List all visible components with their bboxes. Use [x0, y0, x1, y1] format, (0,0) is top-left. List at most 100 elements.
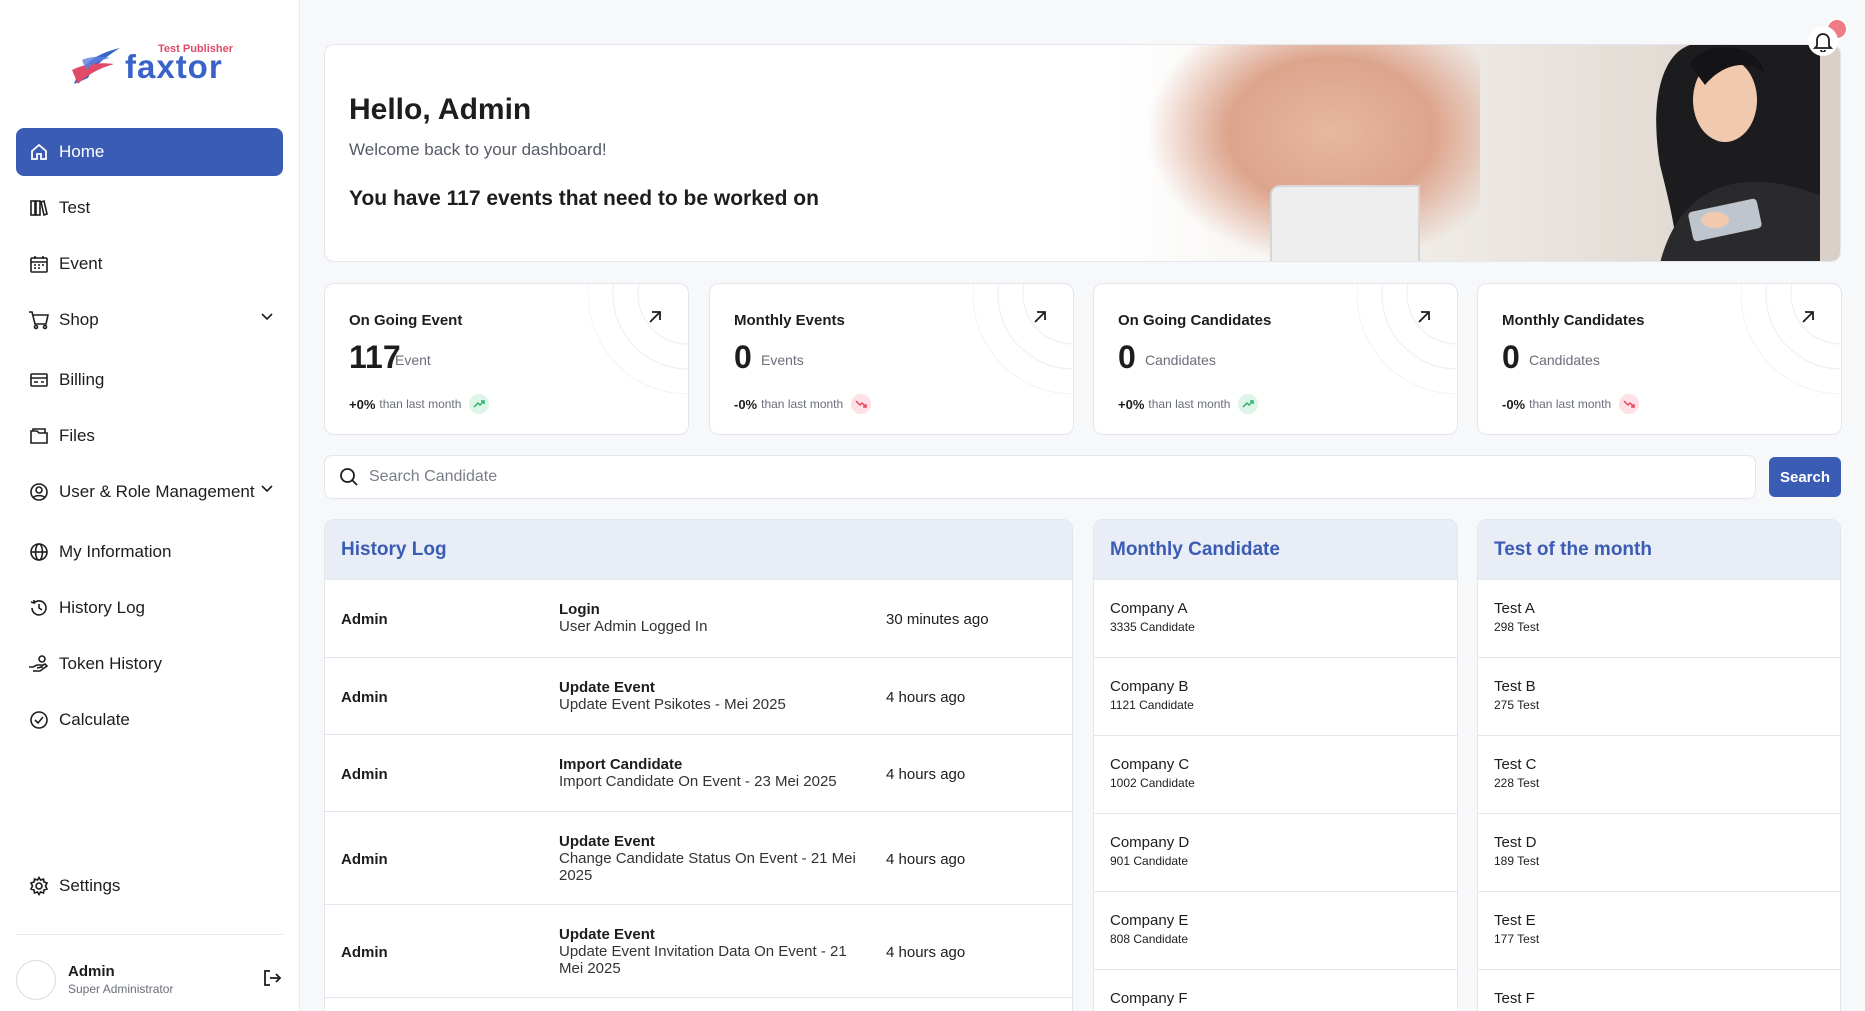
sidebar-item-label: Event — [59, 254, 103, 273]
list-item[interactable]: Company B 1121 Candidate — [1094, 658, 1457, 736]
calendar-icon — [28, 253, 50, 275]
banner-photo — [1120, 45, 1840, 261]
company-name: Company B — [1110, 678, 1189, 695]
sidebar-item-event[interactable]: Event — [16, 240, 283, 288]
company-name: Company D — [1110, 834, 1190, 851]
folder-icon — [28, 425, 50, 447]
log-action: Update Event — [559, 679, 655, 696]
history-log-panel: History Log Admin Login User Admin Logge… — [324, 519, 1073, 1011]
sidebar-item-label: My Information — [59, 542, 172, 561]
stat-card-monthly-events[interactable]: Monthly Events 0 Events -0% than last mo… — [709, 283, 1074, 435]
home-icon — [28, 141, 50, 163]
log-user: Admin — [341, 611, 388, 628]
list-item[interactable]: Company C 1002 Candidate — [1094, 736, 1457, 814]
panel-title: Monthly Candidate — [1094, 520, 1457, 580]
sidebar-item-home[interactable]: Home — [16, 128, 283, 176]
sidebar-item-files[interactable]: Files — [16, 412, 283, 460]
sidebar-item-label: Calculate — [59, 710, 130, 729]
stat-label: On Going Event — [349, 312, 463, 329]
list-item[interactable]: Test A 298 Test — [1478, 580, 1840, 658]
table-row[interactable]: Admin Update Event Update Event Invitati… — [325, 905, 1072, 998]
candidate-count: 901 Candidate — [1110, 854, 1189, 868]
stat-label: On Going Candidates — [1118, 312, 1272, 329]
user-name: Admin — [68, 963, 115, 980]
search-icon — [340, 468, 358, 486]
stat-unit: Events — [761, 352, 804, 368]
sidebar-item-label: Billing — [59, 370, 105, 389]
history-icon — [28, 597, 50, 619]
table-row[interactable]: Admin Update Event Change Candidate Stat… — [325, 812, 1072, 905]
search-input[interactable] — [369, 468, 1669, 486]
sidebar-item-my-information[interactable]: My Information — [16, 528, 283, 576]
list-item[interactable]: Test F — [1478, 970, 1840, 1011]
company-name: Company F — [1110, 990, 1188, 1007]
sidebar-item-billing[interactable]: Billing — [16, 356, 283, 404]
avatar[interactable] — [16, 960, 56, 1000]
brand-logo[interactable]: Test Publisher faxtor — [70, 40, 240, 90]
arrow-up-right-icon[interactable] — [1417, 310, 1431, 324]
logout-button[interactable] — [262, 968, 282, 993]
user-circle-icon — [28, 481, 50, 503]
panel-title: History Log — [325, 520, 1072, 580]
chevron-down-icon[interactable] — [261, 313, 273, 321]
stat-card-ongoing-event[interactable]: On Going Event 117 Event +0% than last m… — [324, 283, 689, 435]
stat-card-ongoing-candidates[interactable]: On Going Candidates 0 Candidates +0% tha… — [1093, 283, 1458, 435]
sidebar-item-label: Shop — [59, 310, 99, 329]
list-item[interactable]: Test E 177 Test — [1478, 892, 1840, 970]
stat-change: -0% than last month — [1502, 394, 1640, 414]
logout-icon — [264, 970, 282, 986]
company-name: Company E — [1110, 912, 1189, 929]
sidebar-item-history-log[interactable]: History Log — [16, 584, 283, 632]
list-item[interactable]: Test B 275 Test — [1478, 658, 1840, 736]
stat-change: +0% than last month — [1118, 394, 1259, 414]
stat-value: 117 — [349, 339, 401, 375]
sidebar-item-label: User & Role Management — [59, 482, 255, 501]
notification-button[interactable] — [1808, 26, 1838, 56]
list-item[interactable]: Test D 189 Test — [1478, 814, 1840, 892]
test-count: 177 Test — [1494, 932, 1540, 946]
stat-change-percent: +0% — [1118, 396, 1145, 412]
stat-value: 0 — [1118, 339, 1136, 375]
table-row[interactable]: Admin Update Event Update Event Psikotes… — [325, 658, 1072, 735]
sidebar-item-user-role-management[interactable]: User & Role Management — [16, 468, 283, 516]
stat-card-monthly-candidates[interactable]: Monthly Candidates 0 Candidates -0% than… — [1477, 283, 1842, 435]
sidebar-item-label: Home — [59, 142, 105, 161]
stat-unit: Candidates — [1529, 352, 1600, 368]
list-item[interactable]: Company E 808 Candidate — [1094, 892, 1457, 970]
gear-icon — [28, 875, 50, 897]
sidebar-item-settings[interactable]: Settings — [16, 862, 283, 910]
list-item[interactable]: Company A 3335 Candidate — [1094, 580, 1457, 658]
candidate-count: 3335 Candidate — [1110, 620, 1195, 634]
table-row[interactable]: Admin Import Candidate Import Candidate … — [325, 735, 1072, 812]
books-icon — [28, 197, 50, 219]
stat-value: 0 — [734, 339, 752, 375]
search-button[interactable]: Search — [1769, 457, 1841, 497]
stat-change-percent: +0% — [349, 396, 376, 412]
decorative-circles — [588, 284, 688, 394]
person-illustration — [1656, 45, 1820, 261]
arrow-up-right-icon[interactable] — [648, 310, 662, 324]
stat-change: +0% than last month — [349, 394, 490, 414]
brand-swoosh-icon — [72, 48, 120, 84]
log-detail: Import Candidate On Event - 23 Mei 2025 — [559, 773, 837, 790]
table-row[interactable]: Admin Login User Admin Logged In 30 minu… — [325, 580, 1072, 658]
list-item[interactable]: Company D 901 Candidate — [1094, 814, 1457, 892]
list-item[interactable]: Company F — [1094, 970, 1457, 1011]
stat-change-text: than last month — [761, 397, 844, 411]
search-bar — [324, 455, 1756, 499]
brand-name: faxtor — [125, 48, 223, 85]
arrow-up-right-icon[interactable] — [1801, 310, 1815, 324]
sidebar-item-test[interactable]: Test — [16, 184, 283, 232]
sidebar: Test Publisher faxtor Home Test Event Sh… — [0, 0, 300, 1011]
list-item[interactable]: Test C 228 Test — [1478, 736, 1840, 814]
test-count: 228 Test — [1494, 776, 1540, 790]
arrow-up-right-icon[interactable] — [1033, 310, 1047, 324]
monthly-candidate-panel: Monthly Candidate Company A 3335 Candida… — [1093, 519, 1458, 1011]
log-user: Admin — [341, 689, 388, 706]
sidebar-item-token-history[interactable]: Token History — [16, 640, 283, 688]
sidebar-item-calculate[interactable]: Calculate — [16, 696, 283, 744]
log-detail: User Admin Logged In — [559, 618, 708, 635]
chevron-down-icon[interactable] — [261, 485, 273, 493]
log-action: Import Candidate — [559, 756, 683, 773]
sidebar-item-shop[interactable]: Shop — [16, 296, 283, 344]
